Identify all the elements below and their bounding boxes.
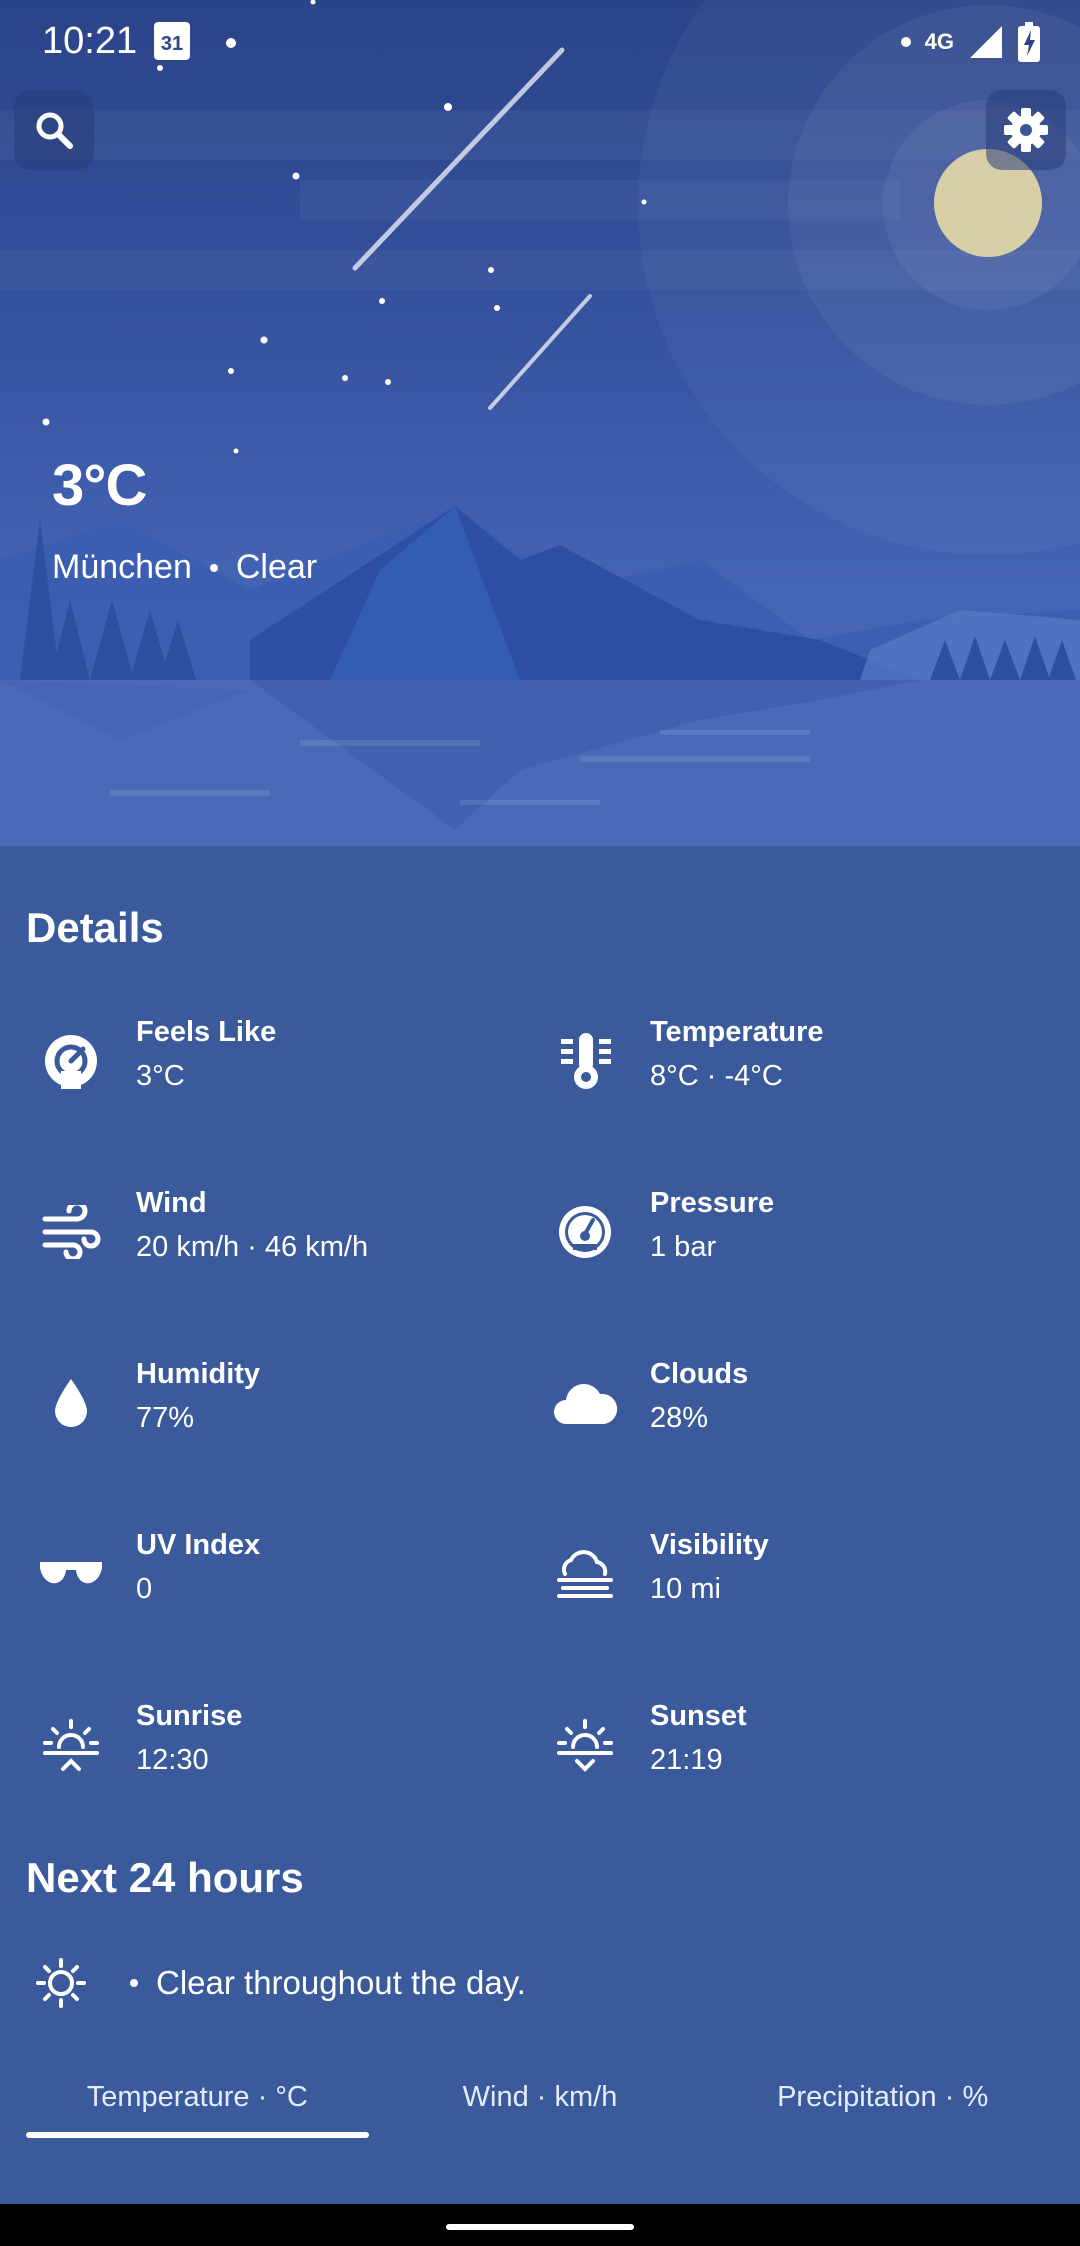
settings-button[interactable] [986, 90, 1066, 170]
detail-name: Sunrise [136, 1700, 243, 1732]
detail-name: Temperature [650, 1016, 824, 1048]
detail-pressure: Pressure 1 bar [540, 1177, 1020, 1287]
notification-dot-icon [226, 38, 236, 48]
detail-value: 77% [136, 1402, 195, 1434]
detail-humidity: Humidity 77% [26, 1348, 506, 1458]
gear-icon [1004, 108, 1048, 152]
detail-wind: Wind 20 km/h · 46 km/h [26, 1177, 506, 1287]
detail-name: Feels Like [136, 1016, 277, 1048]
detail-uv-index: UV Index 0 [26, 1519, 506, 1629]
detail-name: Humidity [136, 1358, 261, 1390]
search-button[interactable] [14, 90, 94, 170]
current-temperature: 3°C [52, 453, 147, 518]
status-time: 10:21 [42, 20, 138, 62]
detail-value: 28% [650, 1402, 709, 1434]
hero-illustration: 10:21 31 4G 3°C München Clear [0, 0, 1080, 846]
night-landscape-illustration [0, 0, 1080, 846]
sunset-icon [540, 1700, 630, 1790]
detail-clouds: Clouds 28% [540, 1348, 1020, 1458]
fog-icon [540, 1529, 630, 1619]
thermometer-icon [540, 1016, 630, 1106]
battery-charging-icon [1018, 22, 1040, 62]
detail-feels-like: Feels Like 3°C [26, 1006, 506, 1116]
wind-icon [26, 1187, 116, 1277]
detail-value: 12:30 [136, 1744, 209, 1776]
forecast-summary-text: Clear throughout the day. [156, 1964, 526, 2001]
tab-wind[interactable]: Wind · km/h [369, 2062, 712, 2132]
detail-name: UV Index [136, 1529, 261, 1561]
detail-value: 8°C · -4°C [650, 1060, 783, 1092]
details-title: Details [26, 904, 164, 951]
status-right: 4G [900, 22, 1040, 62]
detail-name: Sunset [650, 1700, 747, 1732]
detail-value: 0 [136, 1573, 153, 1605]
detail-sunrise: Sunrise 12:30 [26, 1690, 506, 1800]
detail-name: Wind [136, 1187, 207, 1219]
home-gesture-handle[interactable] [446, 2224, 634, 2230]
bullet-dot [130, 1979, 138, 1987]
navigation-bar [0, 2204, 1080, 2246]
detail-value: 21:19 [650, 1744, 723, 1776]
sunglasses-icon [26, 1529, 116, 1619]
status-bar: 10:21 31 4G [0, 0, 1080, 84]
separator-dot [209, 563, 218, 572]
detail-name: Visibility [650, 1529, 769, 1561]
sunrise-icon [26, 1700, 116, 1790]
detail-value: 1 bar [650, 1231, 717, 1263]
weather-condition: Clear [235, 548, 318, 586]
location-line: München Clear [52, 548, 317, 587]
city-name: München [52, 548, 192, 586]
detail-sunset: Sunset 21:19 [540, 1690, 1020, 1800]
sun-icon [36, 1958, 86, 2008]
next-24-hours-title: Next 24 hours [26, 1854, 304, 1901]
network-type: 4G [924, 29, 954, 54]
tab-temperature[interactable]: Temperature · °C [26, 2062, 369, 2138]
feels-like-gauge-icon [26, 1016, 116, 1106]
detail-name: Pressure [650, 1187, 775, 1219]
tab-precipitation[interactable]: Precipitation · % [711, 2062, 1054, 2132]
forecast-tabs: Temperature · °C Wind · km/h Precipitati… [26, 2062, 1054, 2138]
detail-name: Clouds [650, 1358, 749, 1390]
detail-temperature: Temperature 8°C · -4°C [540, 1006, 1020, 1116]
search-icon [36, 112, 73, 149]
water-drop-icon [26, 1358, 116, 1448]
barometer-icon [540, 1187, 630, 1277]
cloud-icon [540, 1358, 630, 1448]
calendar-icon: 31 [154, 22, 190, 60]
forecast-summary: Clear throughout the day. [26, 1948, 526, 2018]
detail-visibility: Visibility 10 mi [540, 1519, 1020, 1629]
detail-value: 20 km/h · 46 km/h [136, 1231, 369, 1263]
signal-icon [970, 26, 1002, 58]
dot-icon [900, 37, 911, 47]
detail-value: 3°C [136, 1060, 185, 1092]
detail-value: 10 mi [650, 1573, 721, 1605]
